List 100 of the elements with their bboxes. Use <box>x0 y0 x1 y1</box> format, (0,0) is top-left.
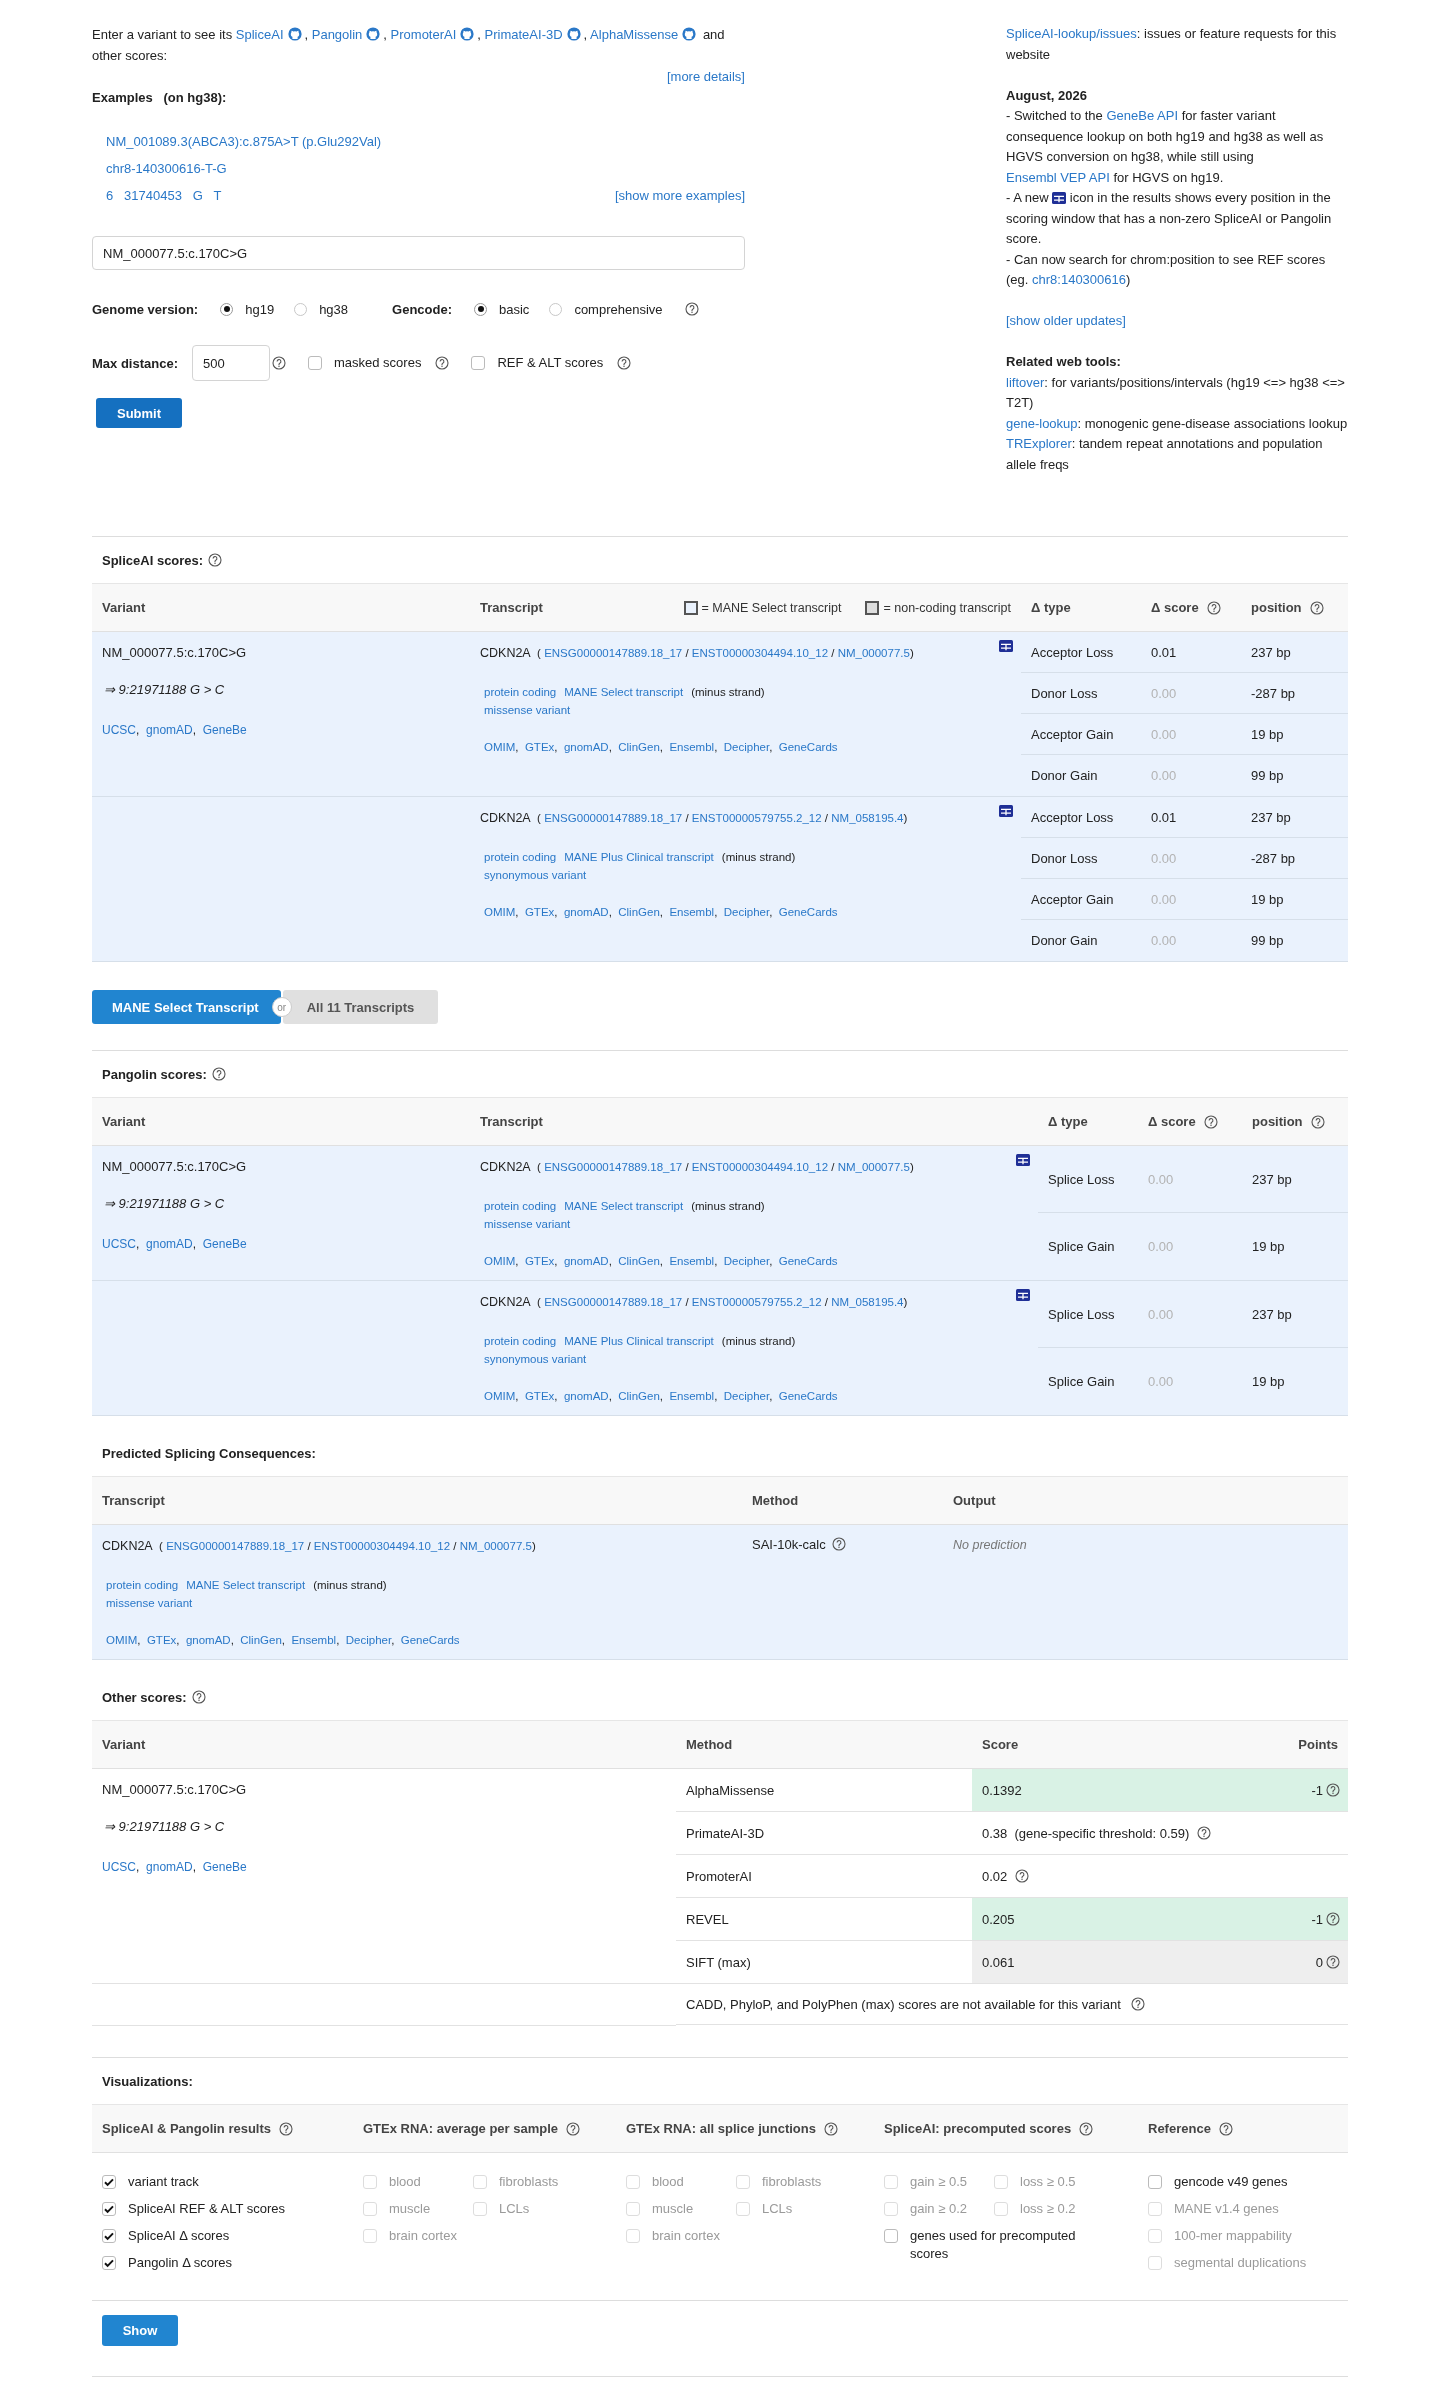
variant-link[interactable]: GeneBe <box>202 1860 247 1874</box>
transcript-link[interactable]: NM_058195.4 <box>831 1296 904 1308</box>
help-icon[interactable] <box>1197 1826 1212 1840</box>
help-icon[interactable] <box>1015 1869 1030 1883</box>
help-icon[interactable] <box>1203 1114 1218 1129</box>
tag-link[interactable]: protein coding <box>484 686 557 698</box>
resource-link[interactable]: ClinGen <box>618 741 660 753</box>
variant-link[interactable]: gnomAD <box>146 1237 193 1251</box>
resource-link[interactable]: Decipher <box>723 1390 770 1402</box>
tool-link[interactable]: PromoterAI <box>390 27 457 42</box>
variant-link[interactable]: UCSC <box>102 1237 136 1251</box>
transcript-link[interactable]: ENST00000579755.2_12 <box>691 1296 822 1308</box>
github-icon[interactable] <box>460 27 475 41</box>
transcript-link[interactable]: ENST00000304494.10_12 <box>691 647 829 659</box>
help-icon[interactable] <box>566 2121 581 2136</box>
transcript-link[interactable]: ENST00000304494.10_12 <box>691 1161 829 1173</box>
show-more-link[interactable]: [show more examples] <box>614 188 745 203</box>
sidebar-link[interactable]: chr8:140300616 <box>1032 272 1126 287</box>
transcript-link[interactable]: ENST00000579755.2_12 <box>691 812 822 824</box>
max-distance-input[interactable]: 500 <box>192 345 270 381</box>
checkbox[interactable]: variant track <box>102 2173 199 2200</box>
help-icon[interactable] <box>1326 1783 1340 1797</box>
help-icon[interactable] <box>824 2121 838 2136</box>
tag-link[interactable]: protein coding <box>106 1579 179 1591</box>
transcript-link[interactable]: ENSG00000147889.18_17 <box>544 647 683 659</box>
radio-option[interactable]: comprehensive <box>549 301 663 317</box>
variant-input[interactable]: NM_000077.5:c.170C>G <box>92 236 745 270</box>
variant-link[interactable]: UCSC <box>102 723 136 737</box>
checkbox[interactable]: Pangolin Δ scores <box>102 2254 233 2281</box>
transcript-link[interactable]: NM_000077.5 <box>837 647 910 659</box>
help-icon[interactable] <box>684 302 699 316</box>
resource-link[interactable]: gnomAD <box>185 1634 231 1646</box>
help-icon[interactable] <box>1218 2121 1233 2136</box>
checkbox[interactable]: masked scores <box>308 354 422 372</box>
sidebar-link[interactable]: SpliceAI-lookup/issues <box>1006 26 1137 41</box>
help-icon[interactable] <box>617 356 632 370</box>
consequence-link[interactable]: synonymous variant <box>484 1353 587 1365</box>
resource-link[interactable]: GeneCards <box>778 1255 838 1267</box>
sidebar-link[interactable]: Ensembl VEP API <box>1006 169 1110 185</box>
resource-link[interactable]: Decipher <box>723 906 770 918</box>
radio-option[interactable]: hg19 <box>220 301 275 317</box>
help-icon[interactable] <box>1310 1114 1325 1129</box>
github-icon[interactable] <box>287 27 302 41</box>
table-icon[interactable] <box>1016 1154 1030 1166</box>
help-icon[interactable] <box>1206 600 1221 615</box>
help-icon[interactable] <box>208 553 223 567</box>
transcript-link[interactable]: ENST00000304494.10_12 <box>313 1540 451 1552</box>
radio-option[interactable]: hg38 <box>294 301 349 317</box>
tool-link[interactable]: AlphaMissense <box>590 27 679 42</box>
transcript-link[interactable]: NM_000077.5 <box>459 1540 532 1552</box>
help-icon[interactable] <box>191 1690 206 1704</box>
submit-button[interactable]: Submit <box>96 398 182 428</box>
checkbox[interactable]: SpliceAI Δ scores <box>102 2227 230 2254</box>
resource-link[interactable]: Decipher <box>723 741 770 753</box>
github-icon[interactable] <box>566 27 581 41</box>
github-icon[interactable] <box>366 27 381 41</box>
transcript-link[interactable]: ENSG00000147889.18_17 <box>544 1296 683 1308</box>
help-icon[interactable] <box>1309 600 1324 615</box>
resource-link[interactable]: GeneCards <box>778 1390 838 1402</box>
tag-link[interactable]: MANE Select transcript <box>564 686 684 698</box>
resource-link[interactable]: gnomAD <box>563 1390 609 1402</box>
github-icon[interactable] <box>682 27 697 41</box>
resource-link[interactable]: gnomAD <box>563 906 609 918</box>
sidebar-link[interactable]: gene-lookup <box>1006 415 1078 431</box>
transcript-link[interactable]: ENSG00000147889.18_17 <box>166 1540 305 1552</box>
example-link[interactable]: 6 31740453 G T <box>106 188 222 203</box>
help-icon[interactable] <box>831 1537 846 1551</box>
help-icon[interactable] <box>211 1067 226 1081</box>
tool-link[interactable]: Pangolin <box>311 27 363 42</box>
help-icon[interactable] <box>1326 1955 1340 1969</box>
resource-link[interactable]: gnomAD <box>563 741 609 753</box>
radio-option[interactable]: basic <box>474 301 530 317</box>
more-details-link[interactable]: [more details] <box>666 69 745 84</box>
resource-link[interactable]: GeneCards <box>400 1634 460 1646</box>
checkbox[interactable]: genes used for precomputed scores <box>884 2227 1104 2263</box>
variant-link[interactable]: gnomAD <box>146 1860 193 1874</box>
resource-link[interactable]: GeneCards <box>778 906 838 918</box>
checkbox[interactable]: gencode v49 genes <box>1148 2173 1288 2200</box>
tag-link[interactable]: MANE Plus Clinical transcript <box>564 1335 714 1347</box>
sidebar-link[interactable]: [show older updates] <box>1006 313 1126 328</box>
example-link[interactable]: NM_001089.3(ABCA3):c.875A>T (p.Glu292Val) <box>106 134 382 149</box>
tag-link[interactable]: protein coding <box>484 1200 557 1212</box>
sidebar-link[interactable]: GeneBe API <box>1106 108 1178 123</box>
table-icon[interactable] <box>999 805 1013 817</box>
consequence-link[interactable]: missense variant <box>484 704 571 716</box>
resource-link[interactable]: ClinGen <box>618 906 660 918</box>
table-icon[interactable] <box>1016 1289 1030 1301</box>
tag-link[interactable]: protein coding <box>484 1335 557 1347</box>
help-icon[interactable] <box>1130 1997 1145 2011</box>
help-icon[interactable] <box>272 356 286 370</box>
tool-link[interactable]: SpliceAI <box>235 27 284 42</box>
transcript-link[interactable]: ENSG00000147889.18_17 <box>544 812 683 824</box>
tag-link[interactable]: MANE Plus Clinical transcript <box>564 851 714 863</box>
help-icon[interactable] <box>1326 1912 1340 1926</box>
resource-link[interactable]: gnomAD <box>563 1255 609 1267</box>
checkbox[interactable]: SpliceAI REF & ALT scores <box>102 2200 286 2227</box>
variant-link[interactable]: GeneBe <box>202 723 247 737</box>
tag-link[interactable]: MANE Select transcript <box>564 1200 684 1212</box>
checkbox[interactable]: REF & ALT scores <box>471 354 604 372</box>
help-icon[interactable] <box>435 356 450 370</box>
